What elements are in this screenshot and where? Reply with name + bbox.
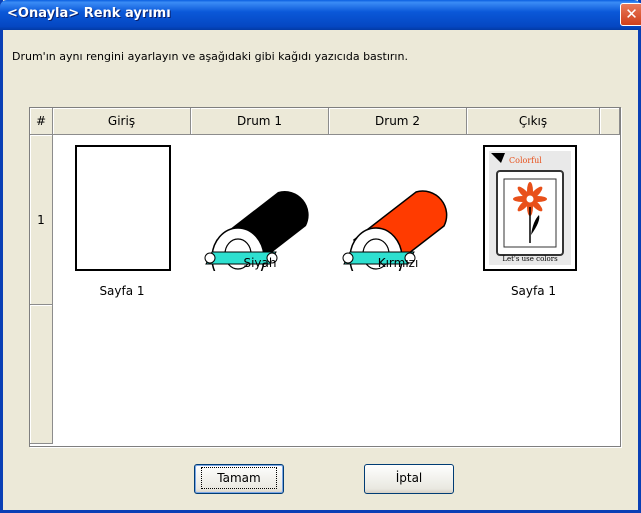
row-header-1: 1 [30, 135, 53, 305]
input-caption: Sayfa 1 [99, 284, 145, 298]
colorful-flower-image: Colorful Let's use colors [491, 153, 564, 263]
output-logo-text: Colorful [509, 156, 542, 165]
column-header-drum1: Drum 1 [191, 108, 329, 135]
output-tagline: Let's use colors [502, 255, 558, 263]
column-header-output: Çıkış [467, 108, 600, 135]
output-caption: Sayfa 1 [510, 284, 557, 298]
color-separation-table: # Giriş Drum 1 Drum 2 Çıkış 1 Sayfa 1 Si… [29, 107, 621, 447]
drum2-caption: Kırmızı [377, 256, 419, 270]
close-button[interactable]: ✕ [620, 3, 641, 26]
column-header-input: Giriş [53, 108, 191, 135]
input-paper-image [75, 145, 171, 271]
instruction-text: Drum'ın aynı rengini ayarlayın ve aşağıd… [12, 50, 408, 63]
ok-button[interactable]: Tamam [194, 464, 284, 494]
column-header-number: # [30, 108, 53, 135]
title-bar[interactable]: <Onayla> Renk ayrımı ✕ [0, 0, 641, 30]
ok-button-label: Tamam [201, 467, 277, 489]
column-header-drum2: Drum 2 [329, 108, 467, 135]
column-header-empty [600, 108, 620, 135]
cancel-button[interactable]: İptal [364, 464, 454, 494]
row-header-empty [30, 305, 53, 444]
output-paper-image: Colorful Let's use colors [483, 145, 577, 271]
drum1-caption: Siyah [243, 256, 277, 270]
window-title: <Onayla> Renk ayrımı [7, 6, 171, 21]
dialog-window: <Onayla> Renk ayrımı ✕ Drum'ın aynı reng… [0, 0, 641, 513]
